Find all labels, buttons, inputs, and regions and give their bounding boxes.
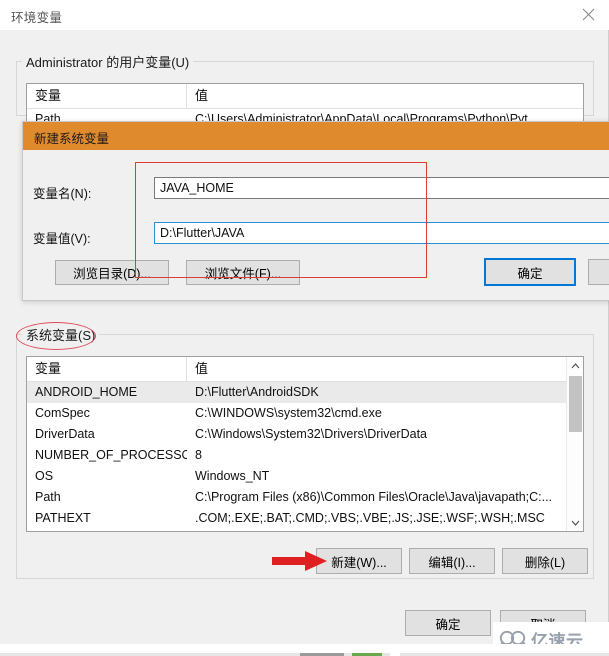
column-header-variable[interactable]: 变量	[27, 357, 187, 381]
variable-name-label: 变量名(N):	[33, 187, 92, 201]
cell-value: .COM;.EXE;.BAT;.CMD;.VBS;.VBE;.JS;.JSE;.…	[195, 511, 545, 525]
subdialog-cancel-button[interactable]: 取消	[588, 259, 609, 285]
window-title: 环境变量	[11, 11, 63, 25]
close-icon[interactable]	[567, 0, 609, 29]
cell-value: C:\Windows\System32\Drivers\DriverData	[195, 427, 427, 441]
variable-value-label: 变量值(V):	[33, 232, 91, 246]
cell-variable: ComSpec	[35, 406, 90, 420]
system-variables-header: 变量 值	[27, 357, 583, 382]
table-row[interactable]: PATHEXT .COM;.EXE;.BAT;.CMD;.VBS;.VBE;.JS…	[27, 508, 566, 529]
new-system-variable-dialog: 新建系统变量 变量名(N): JAVA_HOME 变量值(V): D:\Flut…	[22, 121, 609, 301]
user-variables-legend: Administrator 的用户变量(U)	[22, 52, 194, 71]
new-system-variable-button[interactable]: 新建(W)...	[316, 548, 402, 574]
taskbar-strip	[0, 644, 609, 656]
subdialog-ok-button[interactable]: 确定	[484, 258, 576, 286]
browse-directory-button[interactable]: 浏览目录(D)...	[55, 260, 169, 285]
cell-value: D:\Flutter\AndroidSDK	[195, 385, 319, 399]
cell-variable: PATHEXT	[35, 511, 91, 525]
column-header-value[interactable]: 值	[187, 84, 583, 108]
system-variables-list[interactable]: 变量 值 ANDROID_HOME D:\Flutter\AndroidSDK Co…	[26, 356, 584, 532]
ok-button[interactable]: 确定	[405, 610, 491, 636]
table-row[interactable]: NUMBER_OF_PROCESSORS 8	[27, 445, 566, 466]
cell-value: C:\WINDOWS\system32\cmd.exe	[195, 406, 382, 420]
cell-value: 8	[195, 448, 202, 462]
variable-value-input[interactable]: D:\Flutter\JAVA	[154, 222, 609, 244]
variable-name-input[interactable]: JAVA_HOME	[154, 177, 609, 199]
table-row[interactable]: ANDROID_HOME D:\Flutter\AndroidSDK	[27, 382, 566, 403]
cell-variable: NUMBER_OF_PROCESSORS	[35, 448, 187, 462]
edit-system-variable-button[interactable]: 编辑(I)...	[409, 548, 495, 574]
cell-variable: ANDROID_HOME	[35, 385, 138, 399]
delete-system-variable-button[interactable]: 删除(L)	[502, 548, 588, 574]
environment-variables-window: 环境变量 Administrator 的用户变量(U) 变量 值 Path C:…	[0, 0, 609, 644]
cell-variable: DriverData	[35, 427, 95, 441]
column-header-variable[interactable]: 变量	[27, 84, 187, 108]
column-header-value[interactable]: 值	[187, 357, 566, 381]
table-row[interactable]: DriverData C:\Windows\System32\Drivers\Dr…	[27, 424, 566, 445]
system-variables-scrollbar[interactable]	[566, 357, 583, 531]
cell-variable: OS	[35, 469, 54, 483]
browse-file-button[interactable]: 浏览文件(F)...	[186, 260, 300, 285]
table-row[interactable]: ComSpec C:\WINDOWS\system32\cmd.exe	[27, 403, 566, 424]
table-row[interactable]: Path C:\Program Files (x86)\Common Files\…	[27, 487, 566, 508]
scrollbar-thumb[interactable]	[569, 376, 582, 432]
subdialog-titlebar: 新建系统变量	[23, 122, 609, 150]
cell-value: Windows_NT	[195, 469, 270, 483]
system-variables-legend: 系统变量(S)	[22, 325, 100, 344]
chevron-down-icon[interactable]	[567, 514, 583, 531]
user-variables-header: 变量 值	[27, 84, 583, 109]
cell-value: C:\Program Files (x86)\Common Files\Orac…	[195, 490, 553, 504]
subdialog-title: 新建系统变量	[34, 132, 110, 146]
chevron-up-icon[interactable]	[567, 357, 583, 374]
system-variables-rows: ANDROID_HOME D:\Flutter\AndroidSDK ComSpec…	[27, 382, 583, 529]
table-row[interactable]: OS Windows_NT	[27, 466, 566, 487]
cell-variable: Path	[35, 490, 61, 504]
window-titlebar: 环境变量	[0, 0, 609, 30]
